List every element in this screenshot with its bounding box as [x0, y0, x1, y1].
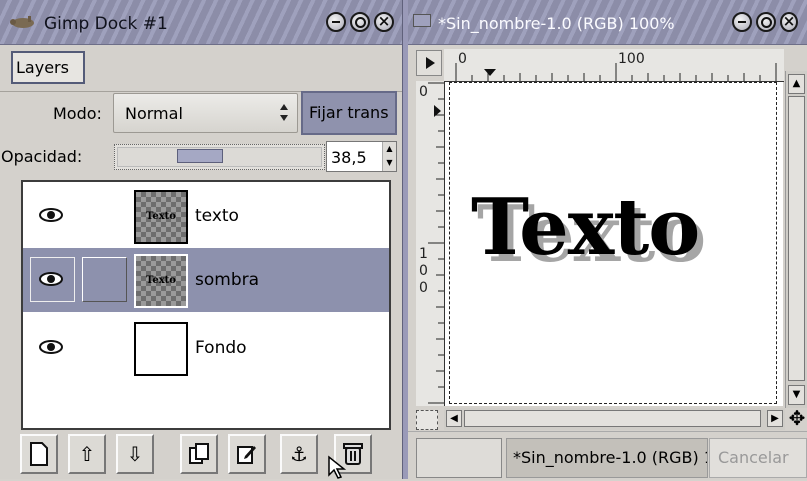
duplicate-layer-icon[interactable]: [180, 434, 218, 474]
ruler-ticks: [455, 63, 777, 81]
horizontal-scroll-thumb[interactable]: [464, 410, 761, 427]
updown-arrows-icon: [280, 104, 288, 121]
ruler-label-1: 1: [419, 246, 428, 262]
ruler-label-0: 0: [458, 51, 467, 67]
layer-row-sombra[interactable]: Texto sombra: [23, 248, 389, 312]
image-menu-button[interactable]: [416, 50, 442, 76]
scroll-down-icon[interactable]: ▼: [788, 385, 805, 405]
vertical-scroll-thumb[interactable]: [788, 96, 805, 381]
eye-icon[interactable]: [38, 207, 64, 223]
scroll-left-icon[interactable]: ◀: [446, 410, 462, 427]
chain-toggle[interactable]: [82, 257, 127, 302]
horizontal-ruler[interactable]: 0 100: [444, 49, 784, 82]
gimp-app-icon: [10, 16, 34, 28]
close-icon[interactable]: ×: [780, 12, 798, 32]
minimize-icon[interactable]: [732, 12, 752, 32]
opacity-value: 38,5: [331, 148, 367, 167]
image-window-icon: [413, 14, 431, 27]
opacity-spinbox[interactable]: 38,5 ▲ ▼: [326, 141, 397, 172]
canvas-text: Texto: [471, 182, 700, 273]
edit-layer-icon[interactable]: [228, 434, 266, 474]
unit-selector[interactable]: [416, 438, 502, 478]
mode-value: Normal: [125, 104, 183, 123]
opacity-slider[interactable]: [114, 144, 325, 170]
close-icon[interactable]: ×: [374, 12, 394, 32]
quick-mask-toggle[interactable]: [416, 410, 438, 430]
opacity-slider-thumb[interactable]: [177, 149, 223, 163]
dock-title: Gimp Dock #1: [44, 14, 168, 34]
opacity-label: Opacidad:: [1, 147, 83, 166]
maximize-icon[interactable]: [756, 12, 776, 32]
mouse-pointer-icon: [328, 455, 347, 479]
layers-list: Texto texto Texto sombra Fondo: [21, 180, 391, 430]
raise-layer-icon[interactable]: ⇧: [68, 434, 106, 474]
image-titlebar[interactable]: *Sin_nombre-1.0 (RGB) 100% ×: [408, 0, 807, 45]
layer-thumbnail: Texto: [134, 254, 188, 308]
vertical-scrollbar[interactable]: ▲ ▼: [785, 71, 807, 408]
ruler-ticks: [428, 82, 444, 404]
gimp-dock-window: Gimp Dock #1 × Layers Modo: Normal Fijar…: [0, 0, 402, 479]
layer-name[interactable]: sombra: [195, 270, 259, 290]
image-canvas[interactable]: Texto: [445, 82, 783, 406]
new-layer-icon[interactable]: [20, 434, 58, 474]
layer-thumbnail: [134, 322, 188, 376]
eye-icon[interactable]: [38, 271, 64, 287]
mode-label: Modo:: [53, 104, 102, 123]
spin-arrows-icon[interactable]: ▲ ▼: [382, 142, 396, 171]
ruler-label-0c: 0: [419, 280, 428, 296]
tab-layers[interactable]: Layers: [11, 51, 85, 84]
dock-tabbar: Layers: [0, 45, 402, 92]
eye-icon[interactable]: [38, 339, 64, 355]
image-window: *Sin_nombre-1.0 (RGB) 100% × 0 100 0 1 0…: [408, 0, 807, 480]
layer-thumbnail: Texto: [134, 190, 188, 244]
scroll-right-icon[interactable]: ▶: [767, 410, 783, 427]
ruler-label-0: 0: [419, 84, 428, 100]
layer-row-texto[interactable]: Texto texto: [23, 184, 389, 248]
maximize-icon[interactable]: [350, 12, 370, 32]
lock-transparency-button[interactable]: Fijar trans: [301, 91, 397, 135]
ruler-label-100: 100: [618, 51, 645, 67]
minimize-icon[interactable]: [326, 12, 346, 32]
image-title: *Sin_nombre-1.0 (RGB) 100%: [438, 14, 675, 33]
layer-name[interactable]: Fondo: [195, 338, 247, 358]
status-bar: *Sin_nombre-1.0 (RGB) 100% Cancelar: [408, 431, 807, 480]
scroll-up-icon[interactable]: ▲: [788, 74, 805, 94]
status-text: *Sin_nombre-1.0 (RGB) 100%: [506, 438, 708, 478]
cancel-button[interactable]: Cancelar: [709, 438, 807, 478]
vertical-ruler[interactable]: 0 1 0 0: [416, 81, 445, 406]
anchor-icon[interactable]: ⚓: [280, 434, 318, 474]
lower-layer-icon[interactable]: ⇩: [116, 434, 154, 474]
mode-select[interactable]: Normal: [113, 93, 298, 133]
layer-row-fondo[interactable]: Fondo: [23, 316, 389, 380]
ruler-label-0b: 0: [419, 263, 428, 279]
horizontal-scrollbar[interactable]: ◀ ▶: [444, 408, 785, 430]
layer-name[interactable]: texto: [195, 206, 239, 226]
navigate-icon[interactable]: ✥: [787, 407, 807, 429]
dock-titlebar[interactable]: Gimp Dock #1 ×: [0, 0, 402, 45]
